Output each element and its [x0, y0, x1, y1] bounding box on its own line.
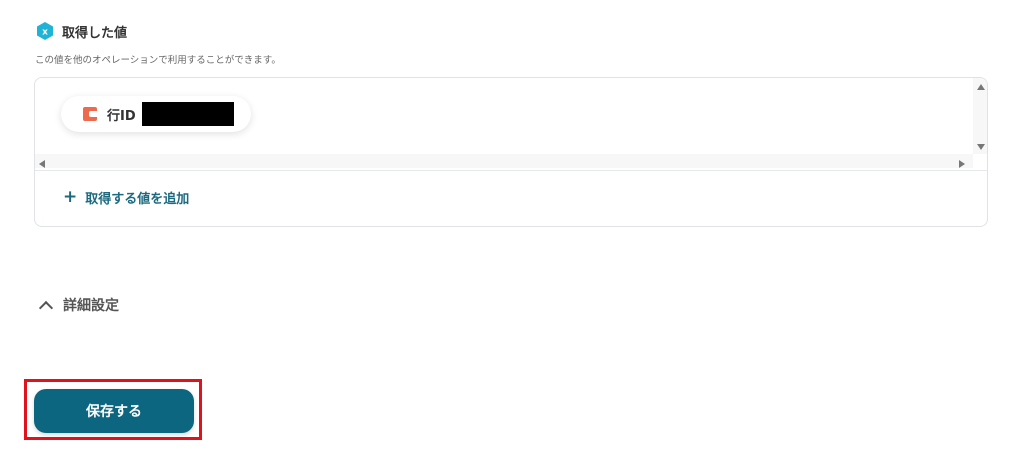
value-chip[interactable]: 行ID	[61, 96, 251, 132]
svg-text:x: x	[42, 28, 48, 38]
page: x 取得した値 この値を他のオペレーションで利用することができます。 行ID +…	[0, 0, 1016, 453]
advanced-settings-label: 詳細設定	[63, 298, 119, 314]
horizontal-scrollbar[interactable]	[35, 154, 973, 168]
redacted-value	[141, 102, 234, 126]
save-button[interactable]: 保存する	[34, 389, 194, 433]
scroll-right-icon[interactable]	[959, 160, 965, 168]
plus-icon: +	[63, 187, 78, 207]
red-square-icon	[83, 107, 97, 121]
chevron-up-icon	[38, 300, 54, 315]
scroll-down-icon[interactable]	[977, 144, 985, 150]
section-header: x 取得した値	[35, 21, 127, 41]
section-title: 取得した値	[62, 25, 128, 41]
hexagon-x-icon: x	[35, 21, 55, 41]
section-description: この値を他のオペレーションで利用することができます。	[35, 55, 281, 66]
advanced-settings-toggle[interactable]: 詳細設定	[38, 295, 119, 315]
add-value-label: 取得する値を追加	[85, 192, 190, 207]
value-chip-label: 行ID	[107, 108, 136, 124]
values-scroll-area[interactable]: 行ID	[35, 78, 987, 171]
add-value-button[interactable]: + 取得する値を追加	[63, 187, 190, 208]
scroll-left-icon[interactable]	[39, 160, 45, 168]
scroll-up-icon[interactable]	[977, 84, 985, 90]
values-box: 行ID + 取得する値を追加	[34, 77, 988, 227]
